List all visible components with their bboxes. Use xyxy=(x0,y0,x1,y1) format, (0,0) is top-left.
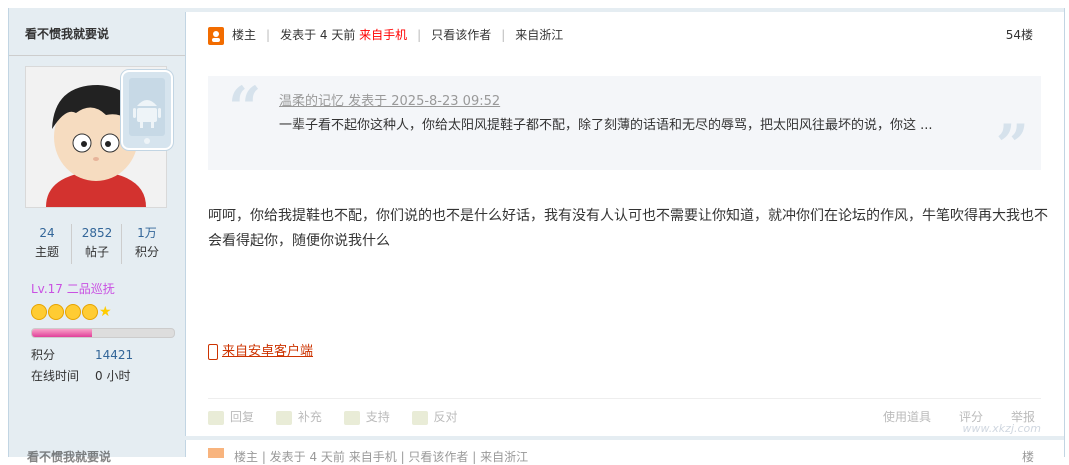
thumbs-up-icon xyxy=(343,410,360,425)
meta-separator: | xyxy=(417,28,422,42)
post-meta: 楼主 | 发表于 4 天前 来自手机 | 只看该作者 | 来自浙江 xyxy=(208,24,563,46)
info-credits-value: 14421 xyxy=(95,348,134,362)
support-label: 支持 xyxy=(365,410,390,424)
stat-divider xyxy=(121,224,122,264)
info-credits: 积分 14421 xyxy=(31,346,133,363)
stat-credits-count: 1万 xyxy=(137,226,157,240)
stat-posts[interactable]: 2852 帖子 xyxy=(75,224,119,262)
info-online-value: 0 小时 xyxy=(95,369,131,383)
oppose-button[interactable]: 反对 xyxy=(411,408,458,425)
post-main: 楼主 | 发表于 4 天前 来自手机 | 只看该作者 | 来自浙江 54楼 “ 温柔的记忆 … xyxy=(186,12,1063,436)
open-quote-icon: “ xyxy=(228,74,262,142)
from-app-label: 来自安卓客户端 xyxy=(222,344,314,359)
quote-body: 一辈子看不起你这种人，你给太阳风提鞋子都不配，除了刻薄的话语和无尽的辱骂，把太阳… xyxy=(279,118,933,133)
floor-number[interactable]: 54楼 xyxy=(1006,24,1033,46)
post-time: 发表于 4 天前 xyxy=(280,28,356,42)
post-location: 来自浙江 xyxy=(515,28,564,42)
sun-icon xyxy=(48,304,64,320)
star-icon: ★ xyxy=(99,304,112,320)
stat-posts-label: 帖子 xyxy=(84,245,109,259)
phone-icon xyxy=(208,343,218,360)
quote-header[interactable]: 温柔的记忆 发表于 2025-8-23 09:52 xyxy=(279,90,500,109)
post-actions: 回复 补充 支持 反对 xyxy=(208,408,476,425)
owner-label: 楼主 xyxy=(232,28,257,42)
level-stars: ★ xyxy=(31,304,112,320)
edit-plus-icon xyxy=(275,410,292,425)
info-online-label: 在线时间 xyxy=(31,369,80,383)
next-post-strip: 看不惯我就要说 楼主 | 发表于 4 天前 来自手机 | 只看该作者 | 来自浙… xyxy=(9,440,1064,464)
reply-icon xyxy=(208,410,224,425)
meta-separator: | xyxy=(501,28,506,42)
info-online-time: 在线时间 0 小时 xyxy=(31,367,130,384)
android-client-icon xyxy=(121,70,173,150)
use-item-button[interactable]: 使用道具 xyxy=(883,410,931,424)
close-quote-icon: ” xyxy=(995,112,1029,180)
stat-credits-label: 积分 xyxy=(134,245,159,259)
post-content: 呵呵，你给我提鞋也不配，你们说的也不是什么好话，我有没有人认可也不需要让你知道，… xyxy=(208,208,1048,249)
info-credits-label: 积分 xyxy=(31,348,56,362)
reply-label: 回复 xyxy=(230,410,255,424)
reply-button[interactable]: 回复 xyxy=(208,408,254,425)
only-author-link[interactable]: 只看该作者 xyxy=(431,28,491,42)
actions-divider xyxy=(208,398,1041,399)
sun-icon xyxy=(31,304,47,320)
author-sidebar: 看不惯我就要说 24 主题 2852 帖子 1万 积分 Lv.17 二品巡抚 ★… xyxy=(9,12,186,436)
sun-icon xyxy=(82,304,98,320)
quote-block: “ 温柔的记忆 发表于 2025-8-23 09:52 一辈子看不起你这种人，你… xyxy=(208,74,1041,176)
from-android-app-link[interactable]: 来自安卓客户端 xyxy=(208,340,313,360)
thumbs-down-icon xyxy=(411,410,428,425)
support-button[interactable]: 支持 xyxy=(343,408,390,425)
level-progress-fill xyxy=(32,329,92,337)
next-meta-text: 楼主 | 发表于 4 天前 来自手机 | 只看该作者 | 来自浙江 xyxy=(234,450,529,464)
stat-credits[interactable]: 1万 积分 xyxy=(125,224,169,262)
author-name[interactable]: 看不惯我就要说 xyxy=(25,25,109,42)
supplement-label: 补充 xyxy=(297,410,322,424)
meta-separator: | xyxy=(266,28,271,42)
sidebar-divider xyxy=(9,55,185,56)
owner-icon xyxy=(208,26,224,45)
site-watermark: www.xkzj.com xyxy=(962,422,1041,435)
user-level[interactable]: Lv.17 二品巡抚 xyxy=(31,280,115,297)
from-mobile-link[interactable]: 来自手机 xyxy=(359,28,407,42)
stat-threads-label: 主题 xyxy=(34,245,59,259)
stat-divider xyxy=(71,224,72,264)
author-stats: 24 主题 2852 帖子 1万 积分 xyxy=(25,224,169,274)
sun-icon xyxy=(65,304,81,320)
stat-threads-count: 24 xyxy=(39,226,55,240)
supplement-button[interactable]: 补充 xyxy=(275,408,322,425)
stat-threads[interactable]: 24 主题 xyxy=(25,224,69,262)
next-post-sidebar: 看不惯我就要说 xyxy=(9,440,186,464)
level-progress-bar xyxy=(31,328,175,338)
stat-posts-count: 2852 xyxy=(81,226,113,240)
oppose-label: 反对 xyxy=(433,410,458,424)
